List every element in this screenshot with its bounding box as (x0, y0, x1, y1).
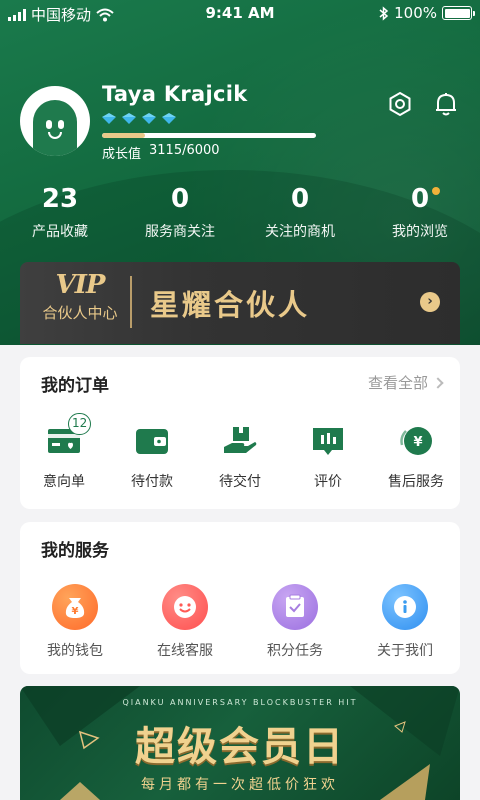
growth-progress-fill (102, 133, 145, 138)
service-online-support[interactable]: 在线客服 (130, 584, 240, 660)
growth-progress-bar (102, 133, 316, 138)
info-icon (382, 584, 428, 630)
bell-icon[interactable] (432, 90, 460, 118)
service-label: 在线客服 (157, 643, 213, 659)
smile-icon (162, 584, 208, 630)
chevron-right-icon (432, 376, 444, 389)
diamond-icon (162, 113, 177, 124)
battery-icon (442, 6, 475, 20)
order-label: 售后服务 (388, 474, 444, 490)
avatar-eye (46, 120, 52, 129)
growth-value: 成长值 3115/6000 (102, 143, 220, 162)
order-label: 待付款 (131, 474, 173, 490)
order-intent[interactable]: 12 意向单 (20, 413, 108, 491)
after-sales-icon: ¥ (400, 427, 432, 455)
diamond-icon (142, 113, 157, 124)
stat-value: 0 (290, 184, 310, 214)
svg-text:¥: ¥ (413, 435, 422, 450)
service-about-us[interactable]: 关于我们 (350, 584, 460, 660)
stat-provider-follows[interactable]: 0 服务商关注 (120, 183, 240, 241)
order-label: 待交付 (219, 474, 261, 490)
orders-title: 我的订单 (41, 376, 109, 396)
service-points-tasks[interactable]: 积分任务 (240, 584, 350, 660)
profile-header: 中国移动 9:41 AM 100% Taya Krajcik 成长值 3115/… (0, 0, 480, 345)
view-all-label: 查看全部 (367, 374, 428, 392)
task-icon (272, 584, 318, 630)
order-pending-payment[interactable]: 待付款 (108, 423, 196, 491)
wallet-icon (136, 429, 168, 454)
diamond-icon (102, 113, 117, 124)
comment-icon (313, 428, 343, 455)
service-label: 我的钱包 (47, 643, 103, 659)
battery-percent: 100% (394, 4, 437, 22)
order-review[interactable]: 评价 (284, 423, 372, 491)
banner-title: 超级会员日 (135, 724, 345, 770)
user-name: Taya Krajcik (102, 82, 248, 106)
stat-label: 服务商关注 (145, 224, 215, 240)
order-pending-delivery[interactable]: 待交付 (196, 423, 284, 491)
money-bag-icon: ¥ (52, 584, 98, 630)
unread-dot (432, 187, 440, 195)
view-all-orders-link[interactable]: 查看全部 (367, 372, 444, 393)
growth-number: 3115/6000 (149, 143, 220, 158)
settings-icon[interactable] (386, 90, 414, 118)
avatar-ghost-icon (33, 100, 77, 156)
stat-favorites[interactable]: 23 产品收藏 (0, 183, 120, 241)
avatar[interactable] (20, 86, 90, 156)
diamond-icon (122, 113, 137, 124)
svg-text:¥: ¥ (72, 606, 79, 617)
avatar-eye (58, 120, 64, 129)
vip-partner-card[interactable]: VIP 合伙人中心 星耀合伙人 › (20, 262, 460, 344)
stat-opportunity-follows[interactable]: 0 关注的商机 (240, 183, 360, 241)
order-after-sales[interactable]: ¥ 售后服务 (372, 423, 460, 491)
order-count-badge: 12 (68, 413, 92, 435)
order-label: 意向单 (43, 474, 85, 490)
vip-subtitle: 合伙人中心 (42, 304, 118, 322)
chevron-right-icon[interactable]: › (420, 292, 440, 312)
divider (130, 276, 132, 328)
service-label: 关于我们 (377, 643, 433, 659)
stat-label: 关注的商机 (265, 224, 335, 240)
status-bar: 中国移动 9:41 AM 100% (0, 0, 480, 28)
stat-value: 0 (410, 184, 430, 214)
stat-value: 0 (170, 184, 190, 214)
stat-history[interactable]: 0 我的浏览 (360, 183, 480, 241)
service-wallet[interactable]: ¥ 我的钱包 (20, 584, 130, 660)
services-card: 我的服务 ¥ 我的钱包 在线客服 积分任务 关于我们 (20, 522, 460, 674)
service-label: 积分任务 (267, 643, 323, 659)
stats-row: 23 产品收藏 0 服务商关注 0 关注的商机 0 我的浏览 (0, 183, 480, 241)
vip-title: 星耀合伙人 (150, 288, 311, 322)
orders-card: 我的订单 查看全部 12 意向单 待付款 待交付 评价 ¥ 售后服务 (20, 357, 460, 509)
stat-label: 我的浏览 (392, 224, 448, 240)
stat-value: 23 (41, 184, 79, 214)
order-label: 评价 (314, 474, 342, 490)
member-day-banner[interactable]: QIANKU ANNIVERSARY BLOCKBUSTER HIT 超级会员日… (20, 686, 460, 800)
stat-label: 产品收藏 (32, 224, 88, 240)
vip-badge: VIP 合伙人中心 (30, 270, 130, 336)
hand-box-icon (224, 427, 257, 453)
vip-logo: VIP (55, 270, 106, 300)
level-diamonds (102, 113, 177, 124)
banner-english-caption: QIANKU ANNIVERSARY BLOCKBUSTER HIT (122, 698, 358, 707)
growth-label: 成长值 (102, 147, 142, 162)
bluetooth-icon (379, 5, 389, 21)
services-title: 我的服务 (41, 541, 109, 561)
banner-subtitle: 每月都有一次超低价狂欢 (141, 777, 339, 793)
